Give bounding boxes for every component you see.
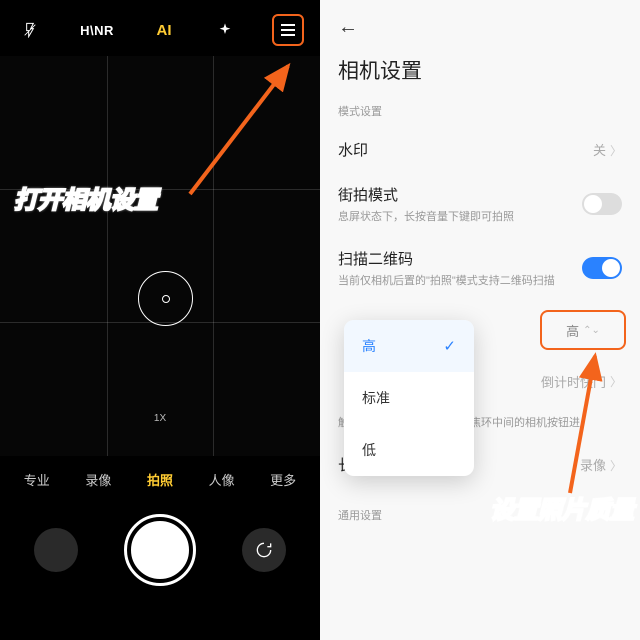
settings-screen: ← 相机设置 模式设置 水印 关〉 街拍模式 息屏状态下，长按音量下键即可拍照 … [320, 0, 640, 640]
shutter-button[interactable] [127, 517, 193, 583]
mode-video[interactable]: 录像 [85, 470, 111, 489]
row-street-mode[interactable]: 街拍模式 息屏状态下，长按音量下键即可拍照 [320, 172, 640, 236]
chevron-updown-icon: ⌃⌄ [583, 325, 600, 336]
shutter-row [0, 503, 320, 603]
magic-icon[interactable] [211, 16, 239, 44]
quality-popup: 高 ✓ 标准 低 [344, 320, 474, 476]
annotation-left-text: 打开相机设置 [14, 180, 158, 215]
street-label: 街拍模式 [338, 184, 514, 205]
menu-settings-button[interactable] [272, 14, 304, 46]
qrcode-label: 扫描二维码 [338, 248, 555, 269]
camera-topbar: H\NR AI [0, 0, 320, 56]
countdown-value: 倒计时快门 [541, 372, 606, 391]
watermark-value: 关 [593, 143, 606, 158]
camera-screen: H\NR AI 1X 专业 录像 拍照 人像 更多 [0, 0, 320, 640]
mode-portrait[interactable]: 人像 [209, 470, 235, 489]
mode-pro[interactable]: 专业 [24, 470, 50, 489]
mode-photo[interactable]: 拍照 [147, 470, 173, 489]
qrcode-toggle[interactable] [582, 257, 622, 279]
longpress-value: 录像 [580, 458, 606, 473]
row-watermark[interactable]: 水印 关〉 [320, 127, 640, 172]
hnr-toggle[interactable]: H\NR [77, 23, 117, 38]
chevron-right-icon: 〉 [610, 459, 622, 473]
street-sub: 息屏状态下，长按音量下键即可拍照 [338, 208, 514, 224]
settings-header: ← [320, 0, 640, 47]
quality-value-highlight[interactable]: 高 ⌃⌄ [540, 310, 626, 350]
camera-viewfinder[interactable]: 1X [0, 56, 320, 456]
ai-toggle[interactable]: AI [150, 16, 178, 44]
watermark-label: 水印 [338, 139, 368, 160]
flash-icon[interactable] [16, 16, 44, 44]
check-icon: ✓ [443, 337, 456, 355]
mode-more[interactable]: 更多 [270, 470, 296, 489]
focus-ring-icon [138, 271, 193, 326]
chevron-right-icon: 〉 [610, 144, 622, 158]
back-icon[interactable]: ← [338, 16, 622, 39]
street-toggle[interactable] [582, 193, 622, 215]
mode-selector[interactable]: 专业 录像 拍照 人像 更多 [0, 456, 320, 503]
page-title: 相机设置 [320, 47, 640, 99]
row-qrcode[interactable]: 扫描二维码 当前仅相机后置的"拍照"模式支持二维码扫描 [320, 236, 640, 300]
quality-option-standard[interactable]: 标准 [344, 372, 474, 424]
annotation-right-text: 设置照片质量 [490, 490, 634, 525]
quality-option-high[interactable]: 高 ✓ [344, 320, 474, 372]
gallery-thumbnail[interactable] [34, 528, 78, 572]
chevron-right-icon: 〉 [610, 373, 622, 390]
quality-option-low[interactable]: 低 [344, 424, 474, 476]
zoom-indicator[interactable]: 1X [154, 413, 166, 424]
qrcode-sub: 当前仅相机后置的"拍照"模式支持二维码扫描 [338, 272, 555, 288]
section-mode-label: 模式设置 [320, 99, 640, 127]
switch-camera-button[interactable] [242, 528, 286, 572]
